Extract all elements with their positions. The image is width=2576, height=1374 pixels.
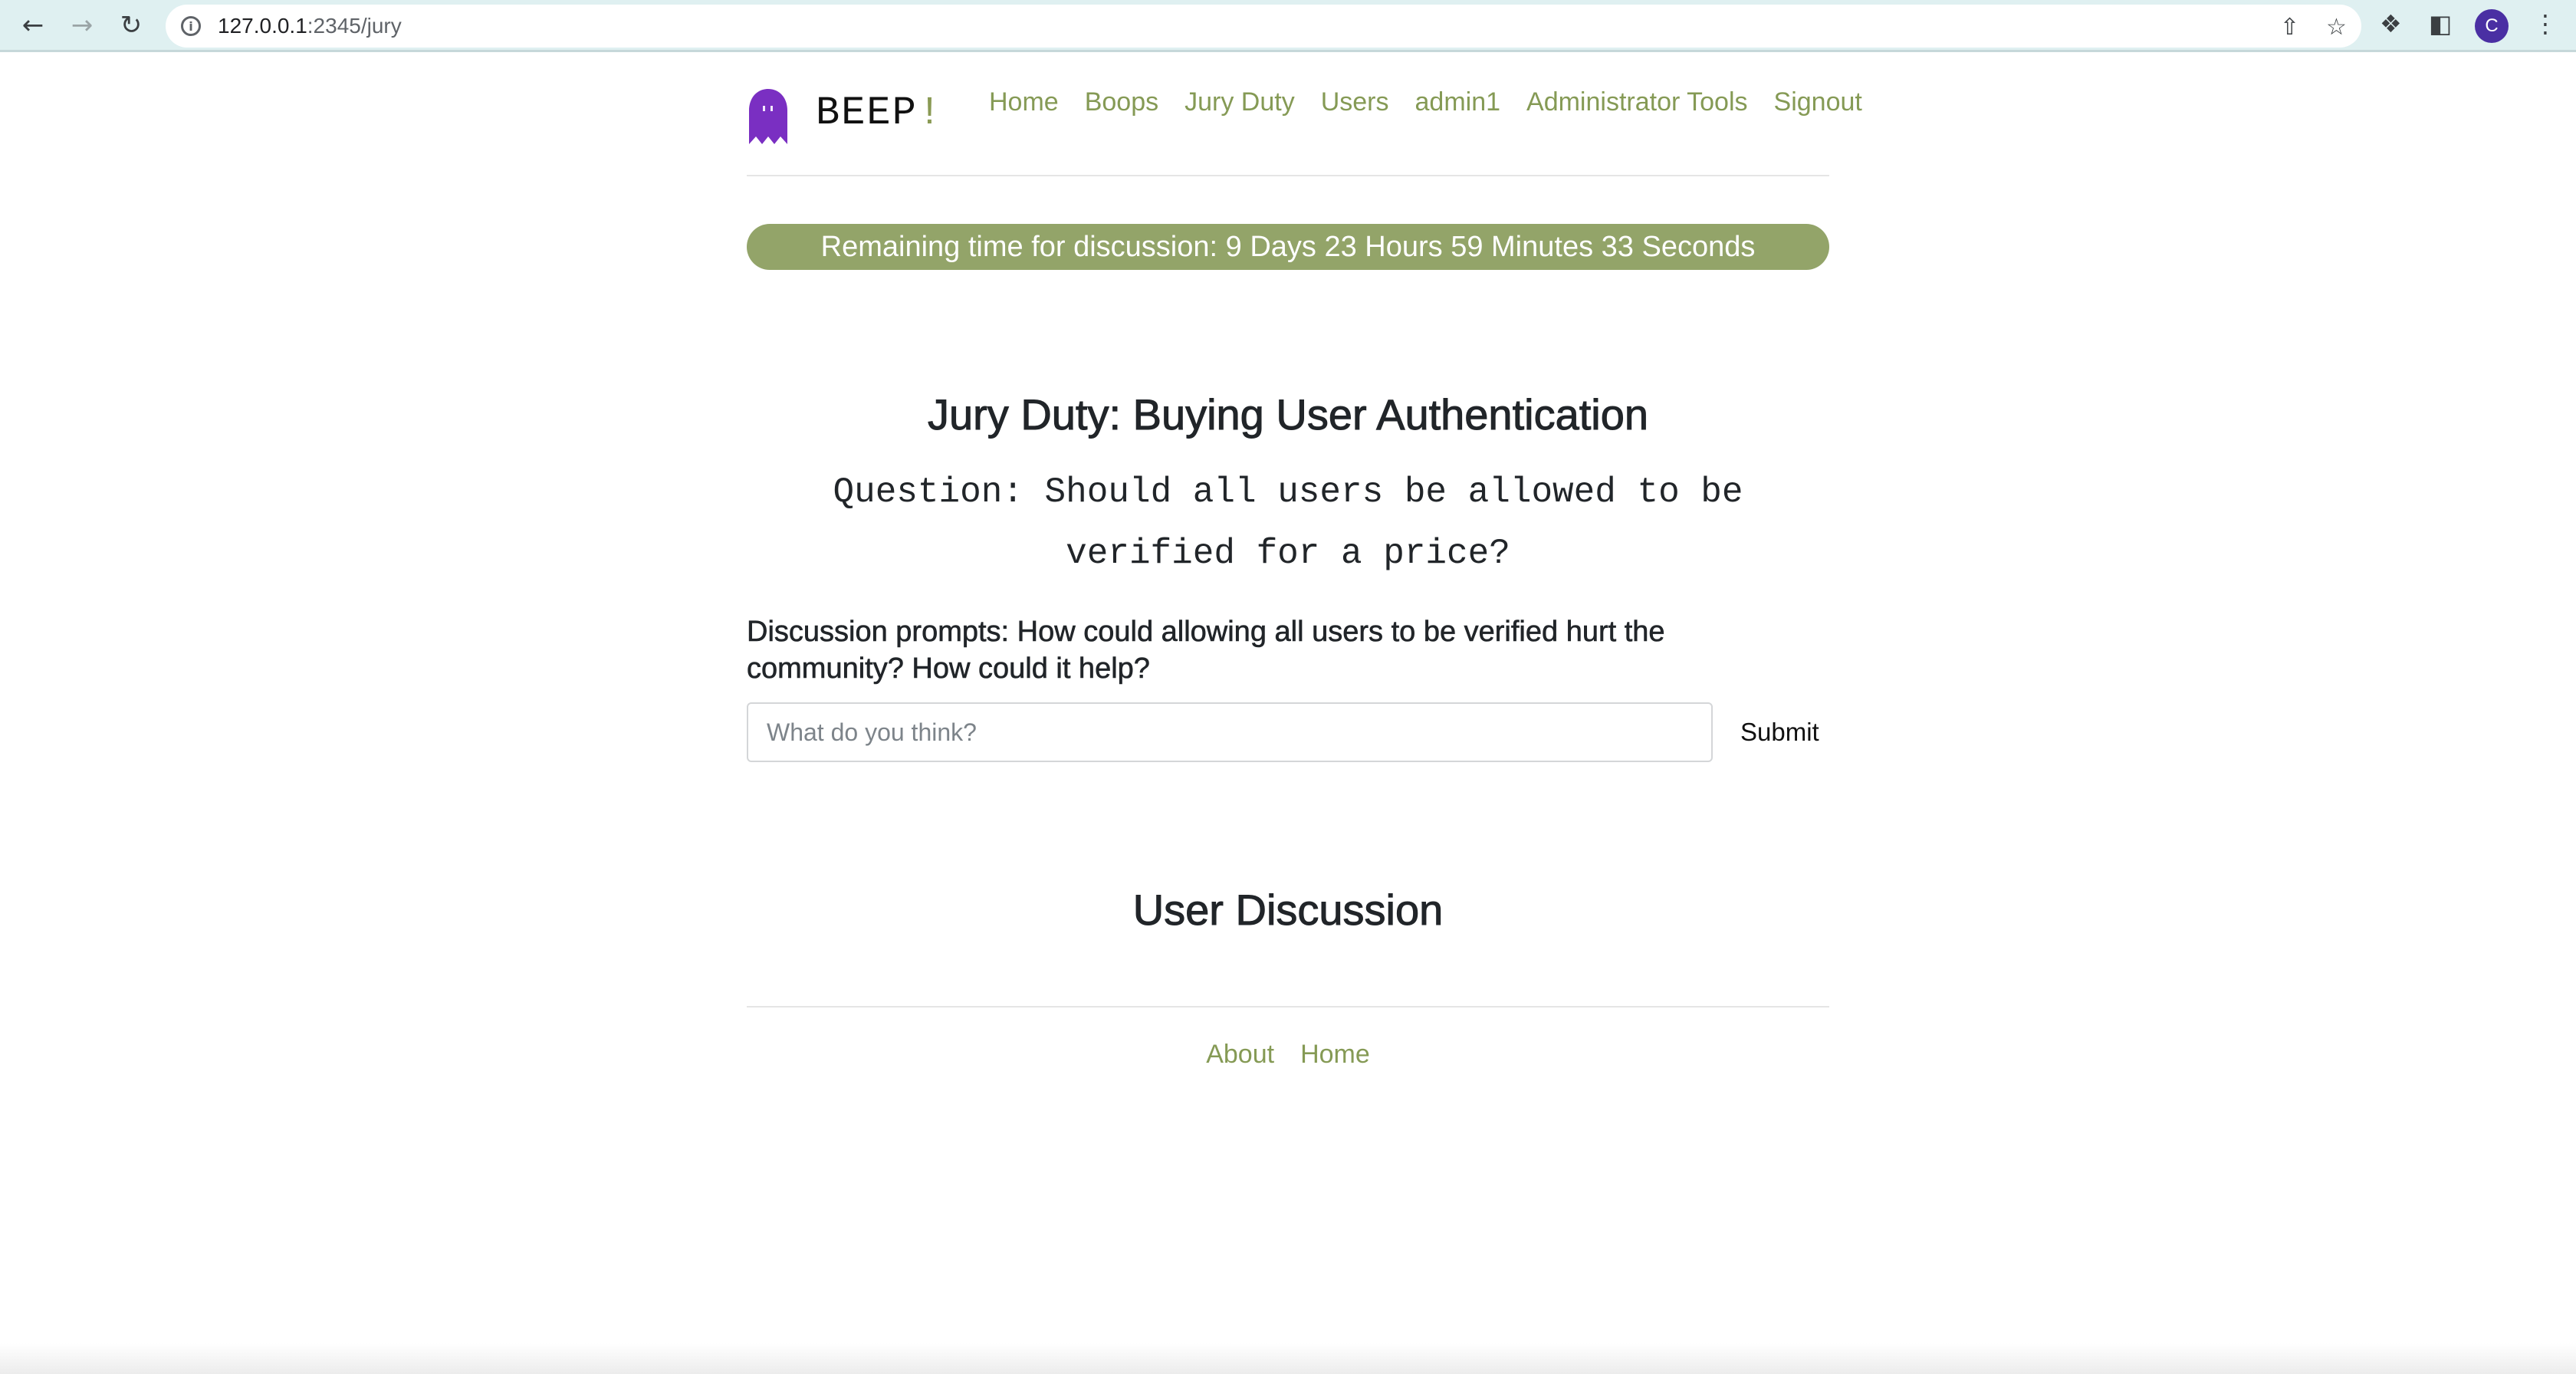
extensions-puzzle-icon[interactable]: ❖ <box>2380 9 2402 38</box>
main-nav: Home Boops Jury Duty Users admin1 Admini… <box>989 87 1862 117</box>
site-footer: About Home <box>747 1006 1829 1069</box>
footer-home-link[interactable]: Home <box>1300 1040 1370 1070</box>
nav-profile-link[interactable]: admin1 <box>1415 87 1501 117</box>
url-path: :2345/jury <box>307 14 402 38</box>
nav-boops-link[interactable]: Boops <box>1085 87 1158 117</box>
site-info-icon[interactable]: i <box>181 16 201 36</box>
share-icon[interactable]: ⇧ <box>2280 14 2299 41</box>
comment-input[interactable] <box>747 702 1713 762</box>
ghost-logo-icon[interactable] <box>747 87 790 146</box>
discussion-prompts: Discussion prompts: How could allowing a… <box>747 616 1665 685</box>
brand-mark: ! <box>917 90 944 136</box>
brand-text: BEEP <box>816 90 918 136</box>
jury-question: Question: Should all users be allowed to… <box>833 472 1743 574</box>
profile-avatar[interactable]: C <box>2475 9 2509 43</box>
side-panel-icon[interactable]: ◧ <box>2429 9 2452 38</box>
bookmark-star-icon[interactable]: ☆ <box>2326 14 2347 41</box>
page-container: BEEP! Home Boops Jury Duty Users admin1 … <box>747 52 1862 1069</box>
nav-signout-link[interactable]: Signout <box>1774 87 1862 117</box>
discussion-timer-banner: Remaining time for discussion: 9 Days 23… <box>747 224 1829 270</box>
browser-menu-icon[interactable]: ⋮ <box>2533 9 2558 38</box>
user-discussion-heading: User Discussion <box>1132 886 1444 935</box>
browser-toolbar: ← → ↻ i 127.0.0.1:2345/jury ⇧ ☆ ❖ ◧ C ⋮ <box>0 0 2576 52</box>
address-bar[interactable]: i 127.0.0.1:2345/jury ⇧ ☆ <box>166 5 2361 48</box>
url-host: 127.0.0.1 <box>218 14 307 38</box>
nav-users-link[interactable]: Users <box>1321 87 1389 117</box>
footer-links: About Home <box>747 1040 1829 1070</box>
reload-icon[interactable]: ↻ <box>113 8 149 43</box>
nav-home-link[interactable]: Home <box>989 87 1059 117</box>
brand-name[interactable]: BEEP! <box>816 90 943 136</box>
jury-title: Jury Duty: Buying User Authentication <box>927 390 1649 439</box>
site-header: BEEP! Home Boops Jury Duty Users admin1 … <box>747 52 1862 176</box>
profile-initial: C <box>2485 15 2499 36</box>
nav-jury-duty-link[interactable]: Jury Duty <box>1184 87 1295 117</box>
back-arrow-icon[interactable]: ← <box>15 8 51 43</box>
comment-form: Submit <box>747 702 1829 762</box>
nav-admin-tools-link[interactable]: Administrator Tools <box>1526 87 1748 117</box>
window-bottom-edge <box>0 1343 2576 1374</box>
address-url[interactable]: 127.0.0.1:2345/jury <box>218 14 402 38</box>
forward-arrow-icon[interactable]: → <box>64 8 100 43</box>
footer-about-link[interactable]: About <box>1206 1040 1274 1070</box>
submit-button[interactable]: Submit <box>1728 708 1832 756</box>
